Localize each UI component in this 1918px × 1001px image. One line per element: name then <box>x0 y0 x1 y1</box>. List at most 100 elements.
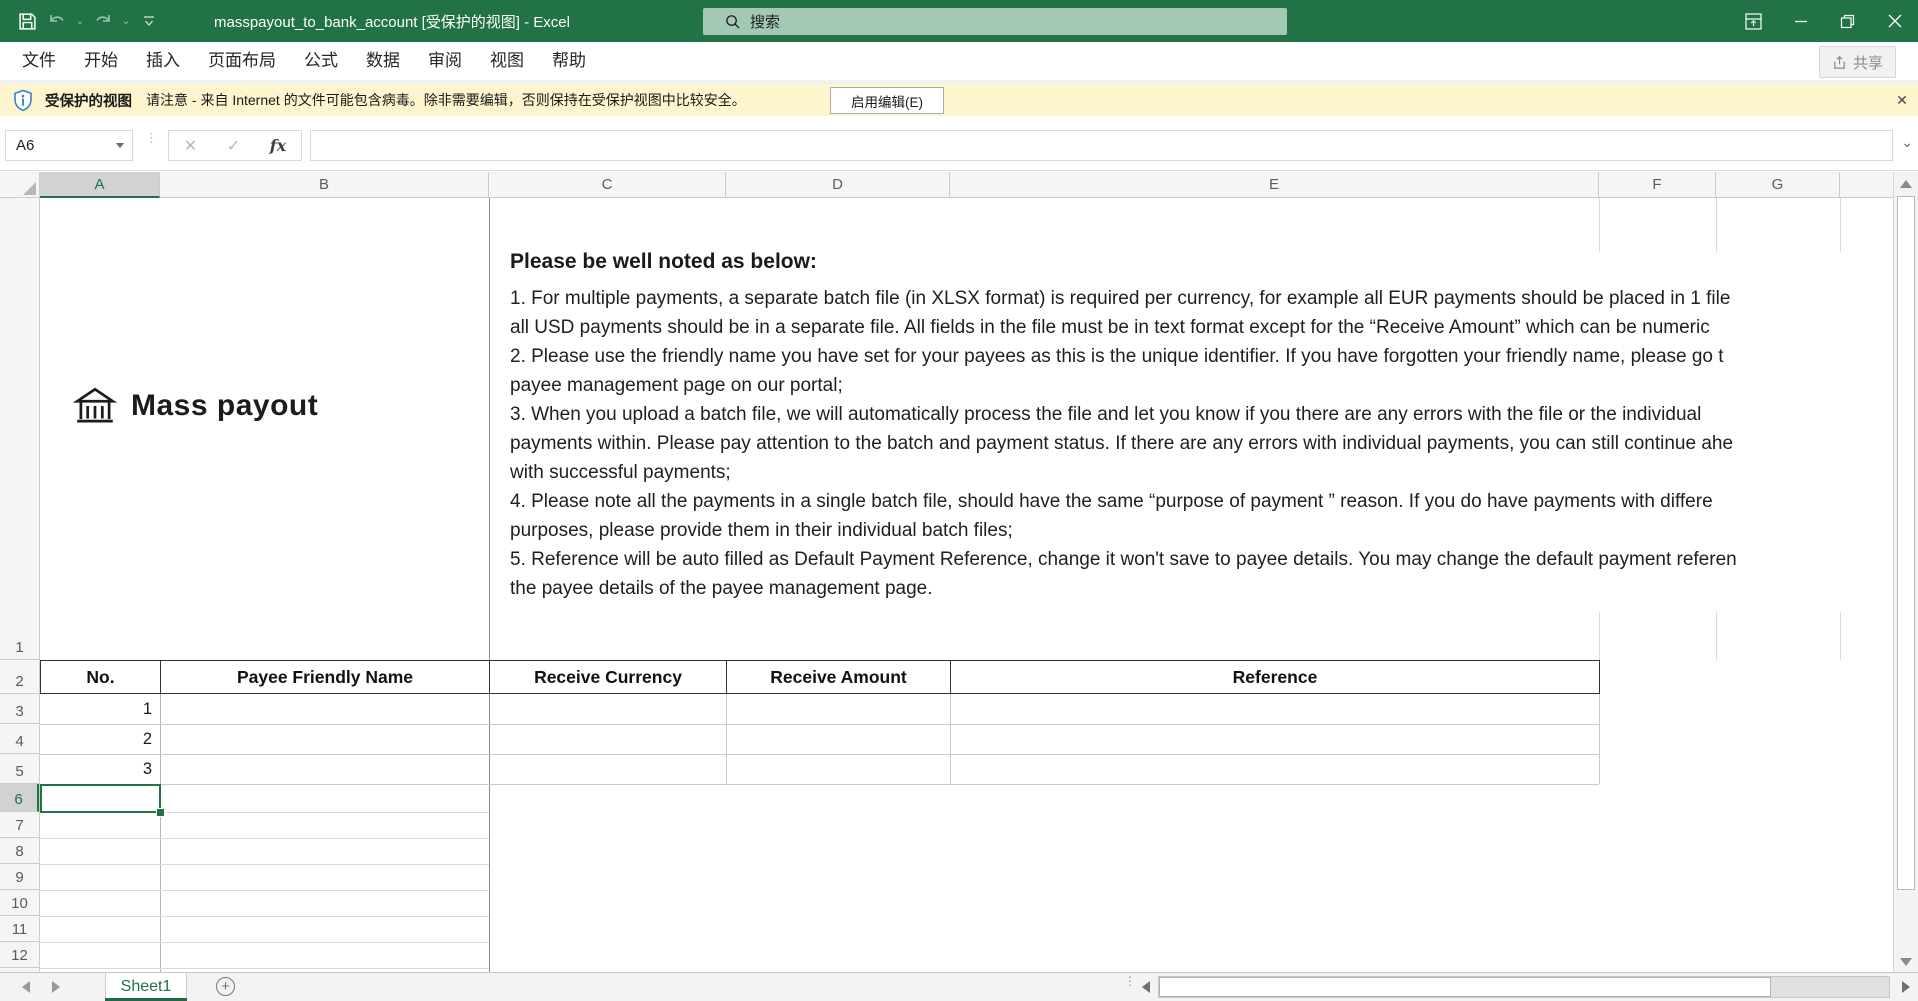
enable-editing-button[interactable]: 启用编辑(E) <box>830 87 944 114</box>
cell-a3[interactable]: 1 <box>40 694 160 724</box>
row-header-10[interactable]: 10 <box>0 890 39 916</box>
note-line: 1. For multiple payments, a separate bat… <box>510 284 1893 313</box>
formula-bar-expand-icon[interactable]: ⌄ <box>1901 134 1913 151</box>
tab-scroll-splitter-icon[interactable]: ⋮ <box>1124 979 1136 984</box>
mass-payout-label: Mass payout <box>131 389 318 423</box>
table-header-receive-amount[interactable]: Receive Amount <box>726 660 951 694</box>
select-all-corner[interactable] <box>0 172 40 197</box>
hscroll-left-icon[interactable] <box>1142 981 1150 993</box>
enter-icon[interactable]: ✓ <box>227 136 240 156</box>
row-header-1[interactable]: 1 <box>0 198 39 660</box>
row-header-11[interactable]: 11 <box>0 916 39 942</box>
sheet-nav <box>22 981 60 993</box>
add-sheet-icon[interactable]: + <box>216 977 235 996</box>
table-header-reference[interactable]: Reference <box>950 660 1600 694</box>
excel-window: ⌄ ⌄ masspayout_to_bank_account [受保护的视图] … <box>0 0 1918 1001</box>
gridline <box>40 724 1599 725</box>
gridline <box>40 916 489 917</box>
tab-data[interactable]: 数据 <box>352 42 414 80</box>
undo-icon[interactable] <box>44 7 70 35</box>
tab-insert[interactable]: 插入 <box>132 42 194 80</box>
horizontal-scrollbar-thumb[interactable] <box>1159 977 1771 997</box>
banner-close-icon[interactable]: ✕ <box>1894 92 1910 108</box>
redo-icon[interactable] <box>90 7 116 35</box>
vertical-scrollbar-thumb[interactable] <box>1897 196 1915 890</box>
column-header-e[interactable]: E <box>950 172 1599 197</box>
share-icon <box>1832 55 1847 70</box>
redo-dropdown-icon[interactable]: ⌄ <box>120 16 132 27</box>
minimize-icon[interactable] <box>1777 0 1824 42</box>
save-icon[interactable] <box>14 7 40 35</box>
formula-bar-splitter-icon[interactable]: ⋮ <box>145 134 158 142</box>
column-header-b[interactable]: B <box>160 172 489 197</box>
cell-a4[interactable]: 2 <box>40 724 160 754</box>
mass-payout-logo: Mass payout <box>72 385 318 427</box>
cell-a5[interactable]: 3 <box>40 754 160 784</box>
row-header-12[interactable]: 12 <box>0 942 39 968</box>
row-header-9[interactable]: 9 <box>0 864 39 890</box>
scroll-up-icon[interactable] <box>1900 180 1912 188</box>
formula-input[interactable] <box>310 130 1893 161</box>
column-header-g[interactable]: G <box>1716 172 1840 197</box>
fill-handle[interactable] <box>156 808 165 817</box>
table-header-no[interactable]: No. <box>40 660 161 694</box>
horizontal-scrollbar[interactable] <box>1158 976 1890 998</box>
row-header-6[interactable]: 6 <box>0 784 39 812</box>
cancel-icon[interactable]: ✕ <box>184 136 197 156</box>
table-header-payee-name[interactable]: Payee Friendly Name <box>160 660 490 694</box>
close-icon[interactable] <box>1871 0 1918 42</box>
row-header-3[interactable]: 3 <box>0 694 39 724</box>
column-header-c[interactable]: C <box>489 172 726 197</box>
share-button[interactable]: 共享 <box>1819 46 1896 78</box>
tab-home[interactable]: 开始 <box>70 42 132 80</box>
shield-info-icon <box>13 89 33 112</box>
formula-buttons: ✕ ✓ fx <box>168 130 302 161</box>
row-header-2[interactable]: 2 <box>0 660 39 694</box>
sheet-tab-label: Sheet1 <box>121 978 172 996</box>
table-header-receive-currency[interactable]: Receive Currency <box>489 660 727 694</box>
note-line: all USD payments should be in a separate… <box>510 313 1893 342</box>
row-header-8[interactable]: 8 <box>0 838 39 864</box>
corner-triangle-icon <box>23 182 36 195</box>
hscroll-right-icon[interactable] <box>1902 981 1910 993</box>
gridline <box>40 784 1599 785</box>
sheet-prev-icon[interactable] <box>22 981 30 993</box>
vertical-scrollbar[interactable] <box>1893 172 1918 972</box>
gridline <box>1599 694 1600 784</box>
tab-review[interactable]: 审阅 <box>414 42 476 80</box>
note-line: 2. Please use the friendly name you have… <box>510 342 1893 371</box>
row-header-4[interactable]: 4 <box>0 724 39 754</box>
tab-formulas[interactable]: 公式 <box>290 42 352 80</box>
share-label: 共享 <box>1853 52 1883 73</box>
scroll-down-icon[interactable] <box>1900 958 1912 966</box>
tab-help[interactable]: 帮助 <box>538 42 600 80</box>
name-box[interactable]: A6 <box>5 130 133 161</box>
undo-dropdown-icon[interactable]: ⌄ <box>74 16 86 27</box>
gridline <box>1599 198 1600 252</box>
gridline <box>950 694 951 784</box>
column-header-a[interactable]: A <box>40 172 160 198</box>
row-header-5[interactable]: 5 <box>0 754 39 784</box>
customize-quick-access-icon[interactable] <box>136 7 162 35</box>
protected-view-banner: 受保护的视图 请注意 - 来自 Internet 的文件可能包含病毒。除非需要编… <box>0 84 1918 116</box>
column-header-f[interactable]: F <box>1599 172 1716 197</box>
insert-function-icon[interactable]: fx <box>270 136 286 155</box>
column-header-partial[interactable] <box>1840 172 1893 197</box>
note-line: with successful payments; <box>510 458 1893 487</box>
column-header-d[interactable]: D <box>726 172 950 197</box>
tab-view[interactable]: 视图 <box>476 42 538 80</box>
tab-page-layout[interactable]: 页面布局 <box>194 42 290 80</box>
note-line: payments within. Please pay attention to… <box>510 429 1893 458</box>
tab-file[interactable]: 文件 <box>8 42 70 80</box>
bank-icon <box>72 385 118 427</box>
sheet-tab-sheet1[interactable]: Sheet1 <box>105 973 187 1001</box>
name-box-dropdown-icon[interactable] <box>116 143 124 148</box>
search-input[interactable]: 搜索 <box>703 8 1287 35</box>
sheet-next-icon[interactable] <box>52 981 60 993</box>
gridline <box>40 890 489 891</box>
row-header-7[interactable]: 7 <box>0 812 39 838</box>
active-cell-selection[interactable] <box>40 784 161 813</box>
gridline <box>40 864 489 865</box>
ribbon-display-options-icon[interactable] <box>1730 0 1777 42</box>
restore-icon[interactable] <box>1824 0 1871 42</box>
